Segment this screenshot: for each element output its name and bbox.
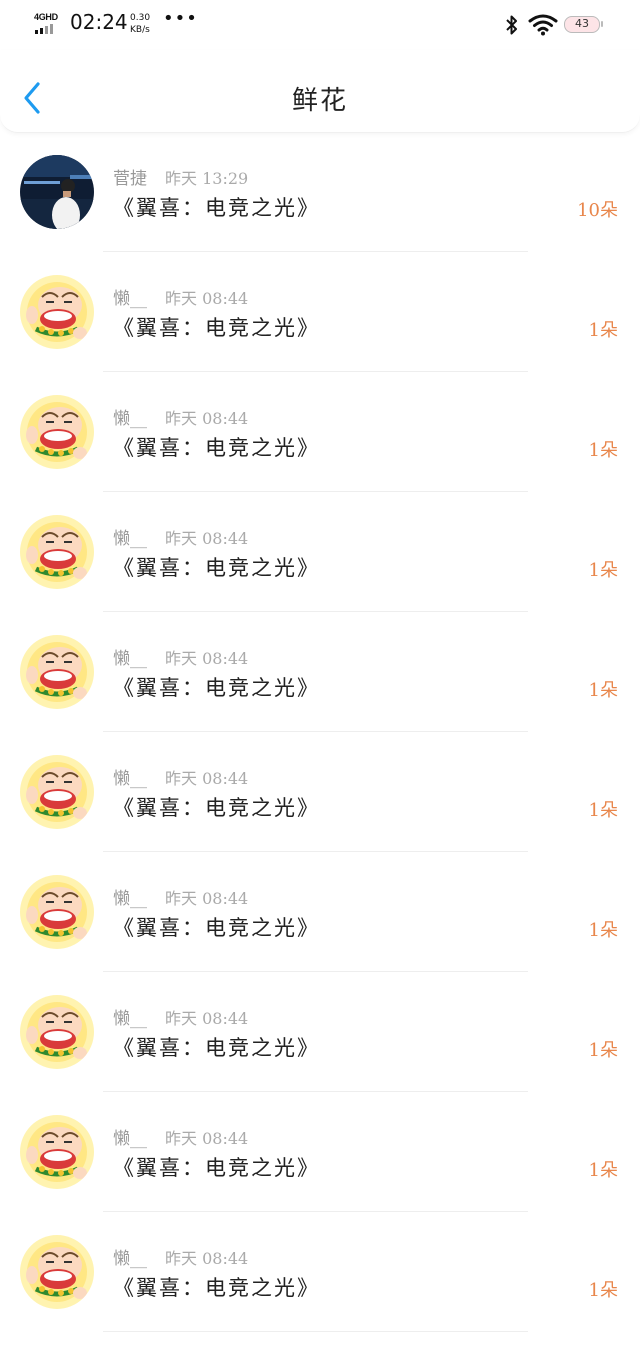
divider [103,491,528,492]
username: 懒__ [113,1249,147,1269]
item-meta: 懒__ 昨天 08:44 [113,284,248,309]
network-speed: 0.30 KB/s [130,12,150,36]
list-item[interactable]: 懒__ 昨天 08:44 《翼喜：电竞之光》 1朵 [0,380,640,500]
work-title: 《翼喜：电竞之光》 [113,1156,320,1180]
wifi-icon [528,14,558,40]
username: 懒__ [113,1009,147,1029]
list-item[interactable]: 懒__ 昨天 08:44 《翼喜：电竞之光》 1朵 [0,260,640,380]
avatar[interactable] [20,1115,94,1189]
list-item[interactable]: 懒__ 昨天 08:44 《翼喜：电竞之光》 1朵 [0,1100,640,1220]
timestamp: 昨天 08:44 [165,409,249,428]
page-title: 鲜花 [291,86,348,116]
list-item[interactable]: 懒__ 昨天 08:44 《翼喜：电竞之光》 1朵 [0,740,640,860]
item-meta: 菅捷 昨天 13:29 [113,164,248,189]
divider [103,1331,528,1332]
bluetooth-icon [503,14,521,40]
item-meta: 懒__ 昨天 08:44 [113,1124,248,1149]
divider [103,251,528,252]
list-item[interactable]: 菅捷 昨天 13:29 《翼喜：电竞之光》 10朵 [0,140,640,260]
flower-count: 1朵 [588,560,618,581]
flower-count: 1朵 [588,1160,618,1181]
avatar[interactable] [20,995,94,1069]
timestamp: 昨天 13:29 [165,169,249,188]
signal-icon: 4GHD [34,12,64,36]
item-meta: 懒__ 昨天 08:44 [113,404,248,429]
timestamp: 昨天 08:44 [165,889,249,908]
item-meta: 懒__ 昨天 08:44 [113,884,248,909]
speed-unit: KB/s [130,25,150,35]
username: 懒__ [113,529,147,549]
timestamp: 昨天 08:44 [165,289,249,308]
avatar[interactable] [20,755,94,829]
avatar[interactable] [20,395,94,469]
flower-list: 菅捷 昨天 13:29 《翼喜：电竞之光》 10朵懒__ 昨天 08:44 《翼喜：电竞之… [0,140,640,1340]
work-title: 《翼喜：电竞之光》 [113,436,320,460]
item-meta: 懒__ 昨天 08:44 [113,524,248,549]
timestamp: 昨天 08:44 [165,769,249,788]
avatar[interactable] [20,275,94,349]
status-bar: 4GHD 02:24 0.30 KB/s ••• 43 [0,0,640,50]
work-title: 《翼喜：电竞之光》 [113,796,320,820]
username: 菅捷 [113,169,147,189]
speed-value: 0.30 [130,13,151,23]
flower-count: 1朵 [588,1280,618,1301]
divider [103,611,528,612]
username: 懒__ [113,889,147,909]
divider [103,971,528,972]
timestamp: 昨天 08:44 [165,1009,249,1028]
item-meta: 懒__ 昨天 08:44 [113,1244,248,1269]
flower-count: 1朵 [588,320,618,341]
work-title: 《翼喜：电竞之光》 [113,676,320,700]
username: 懒__ [113,649,147,669]
list-item[interactable]: 懒__ 昨天 08:44 《翼喜：电竞之光》 1朵 [0,500,640,620]
timestamp: 昨天 08:44 [165,1249,249,1268]
timestamp: 昨天 08:44 [165,649,249,668]
list-item[interactable]: 懒__ 昨天 08:44 《翼喜：电竞之光》 1朵 [0,1220,640,1340]
flower-count: 1朵 [588,680,618,701]
work-title: 《翼喜：电竞之光》 [113,196,320,220]
username: 懒__ [113,769,147,789]
more-notifications-icon: ••• [163,8,198,29]
avatar[interactable] [20,155,94,229]
work-title: 《翼喜：电竞之光》 [113,1036,320,1060]
battery-icon: 43 [564,16,603,33]
divider [103,371,528,372]
list-item[interactable]: 懒__ 昨天 08:44 《翼喜：电竞之光》 1朵 [0,620,640,740]
battery-level: 43 [575,17,589,30]
flower-count: 1朵 [588,920,618,941]
username: 懒__ [113,409,147,429]
avatar[interactable] [20,875,94,949]
list-item[interactable]: 懒__ 昨天 08:44 《翼喜：电竞之光》 1朵 [0,860,640,980]
avatar[interactable] [20,635,94,709]
timestamp: 昨天 08:44 [165,1129,249,1148]
list-item[interactable]: 懒__ 昨天 08:44 《翼喜：电竞之光》 1朵 [0,980,640,1100]
work-title: 《翼喜：电竞之光》 [113,316,320,340]
username: 懒__ [113,289,147,309]
flower-count: 1朵 [588,440,618,461]
clock: 02:24 [70,10,128,34]
work-title: 《翼喜：电竞之光》 [113,1276,320,1300]
flower-count: 1朵 [588,800,618,821]
item-meta: 懒__ 昨天 08:44 [113,644,248,669]
divider [103,851,528,852]
divider [103,731,528,732]
divider [103,1091,528,1092]
username: 懒__ [113,1129,147,1149]
timestamp: 昨天 08:44 [165,529,249,548]
item-meta: 懒__ 昨天 08:44 [113,764,248,789]
header: 鲜花 [0,50,640,133]
item-meta: 懒__ 昨天 08:44 [113,1004,248,1029]
work-title: 《翼喜：电竞之光》 [113,556,320,580]
network-type: 4GHD [34,12,58,22]
work-title: 《翼喜：电竞之光》 [113,916,320,940]
flower-count: 10朵 [577,200,618,221]
divider [103,1211,528,1212]
avatar[interactable] [20,515,94,589]
avatar[interactable] [20,1235,94,1309]
flower-count: 1朵 [588,1040,618,1061]
